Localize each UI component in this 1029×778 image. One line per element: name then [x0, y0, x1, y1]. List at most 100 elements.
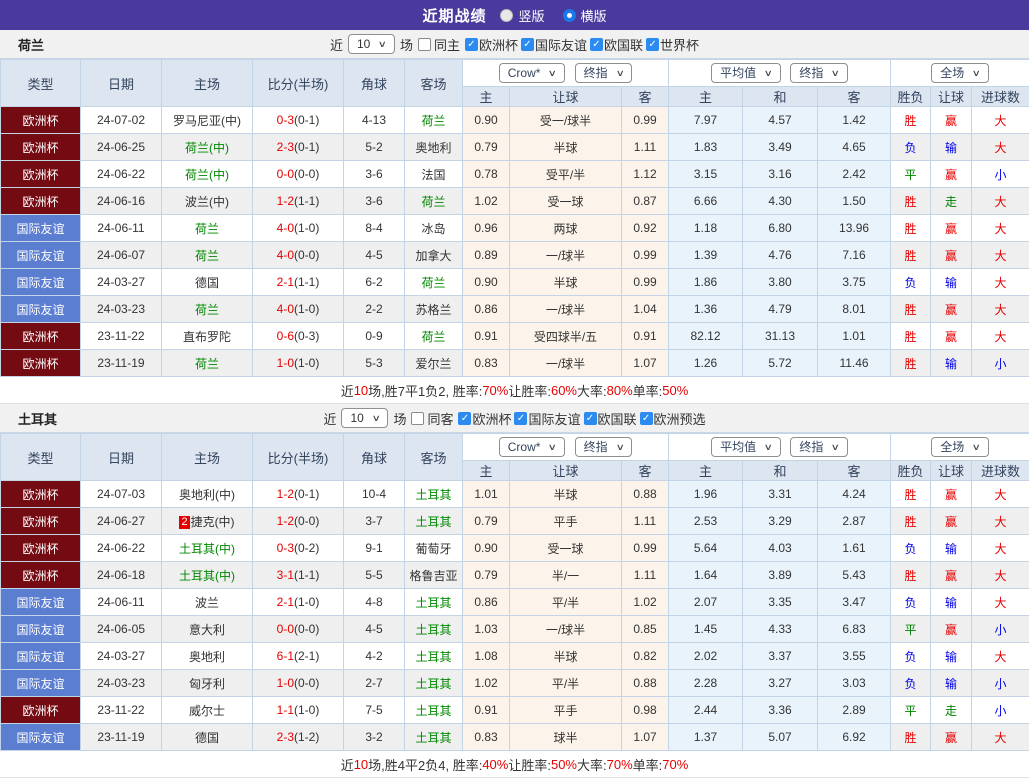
league-filter-checkbox[interactable]: ✓国际友谊 — [514, 409, 580, 428]
league-filter-checkbox[interactable]: ✓欧洲杯 — [458, 409, 511, 428]
match-count-select[interactable]: 10∨ — [341, 408, 388, 428]
score-cell: 4-0(1-0) — [253, 296, 344, 323]
avg-draw-cell: 4.33 — [743, 616, 818, 643]
avg-home-cell: 5.64 — [669, 535, 743, 562]
league-filter-checkbox[interactable]: ✓欧国联 — [590, 35, 643, 54]
avg-draw-cell: 4.79 — [743, 296, 818, 323]
odds-handicap-cell: 球半 — [510, 724, 622, 751]
league-cell: 国际友谊 — [1, 269, 81, 296]
avg-home-cell: 7.97 — [669, 107, 743, 134]
away-team-cell: 加拿大 — [405, 242, 463, 269]
league-filter-group: ✓欧洲杯✓国际友谊✓欧国联✓世界杯 — [465, 35, 699, 54]
odds-away-cell: 1.11 — [622, 562, 669, 589]
score-cell: 2-1(1-0) — [253, 589, 344, 616]
chevron-down-icon: ∨ — [831, 65, 840, 81]
score-cell: 4-0(0-0) — [253, 242, 344, 269]
col-score: 比分(半场) — [253, 60, 344, 107]
average-time-select[interactable]: 终指∨ — [790, 63, 848, 83]
odds-handicap-cell: 半球 — [510, 134, 622, 161]
score-cell: 1-2(0-0) — [253, 508, 344, 535]
vertical-layout-radio[interactable]: 竖版 — [500, 6, 544, 25]
corner-cell: 7-5 — [344, 697, 405, 724]
avg-away-cell: 3.03 — [818, 670, 891, 697]
avg-home-cell: 2.28 — [669, 670, 743, 697]
odds-company-select[interactable]: Crow*∨ — [499, 437, 565, 457]
match-row: 欧洲杯23-11-22威尔士1-1(1-0)7-5土耳其0.91平手0.982.… — [1, 697, 1029, 724]
goals-cell: 大 — [972, 188, 1029, 215]
odds-away-cell: 0.99 — [622, 269, 669, 296]
odds-away-cell: 1.12 — [622, 161, 669, 188]
odds-away-cell: 0.92 — [622, 215, 669, 242]
avg-away-cell: 6.83 — [818, 616, 891, 643]
same-home-checkbox[interactable]: 同主 — [418, 35, 460, 54]
match-row: 国际友谊24-06-11波兰2-1(1-0)4-8土耳其0.86平/半1.022… — [1, 589, 1029, 616]
avg-away-cell: 6.92 — [818, 724, 891, 751]
average-time-select[interactable]: 终指∨ — [790, 437, 848, 457]
handicap-result-cell: 输 — [931, 269, 972, 296]
goals-cell: 大 — [972, 323, 1029, 350]
score-cell: 2-1(1-1) — [253, 269, 344, 296]
odds-handicap-cell: 两球 — [510, 215, 622, 242]
league-filter-checkbox[interactable]: ✓欧国联 — [584, 409, 637, 428]
odds-handicap-cell: 受四球半/五 — [510, 323, 622, 350]
turkey-results-table: 类型 日期 主场 比分(半场) 角球 客场 Crow*∨ 终指∨ 平均值∨ 终指… — [0, 433, 1029, 751]
odds-home-cell: 1.02 — [463, 670, 510, 697]
score-cell: 0-3(0-2) — [253, 535, 344, 562]
odds-home-cell: 1.01 — [463, 481, 510, 508]
result-cell: 平 — [891, 697, 931, 724]
goals-cell: 大 — [972, 215, 1029, 242]
away-team-cell: 葡萄牙 — [405, 535, 463, 562]
corner-cell: 5-2 — [344, 134, 405, 161]
date-cell: 24-06-22 — [81, 161, 162, 188]
odds-home-cell: 0.79 — [463, 508, 510, 535]
avg-away-cell: 11.46 — [818, 350, 891, 377]
col-avg-away: 客 — [818, 87, 891, 107]
col-goals: 进球数 — [972, 87, 1029, 107]
goals-cell: 大 — [972, 724, 1029, 751]
result-cell: 胜 — [891, 107, 931, 134]
team-name: 土耳其 — [18, 409, 57, 428]
corner-cell: 4-8 — [344, 589, 405, 616]
match-row: 国际友谊24-06-11荷兰4-0(1-0)8-4冰岛0.96两球0.921.1… — [1, 215, 1029, 242]
chevron-down-icon: ∨ — [764, 439, 773, 455]
average-select[interactable]: 平均值∨ — [711, 63, 781, 83]
league-cell: 欧洲杯 — [1, 562, 81, 589]
chevron-down-icon: ∨ — [548, 65, 557, 81]
avg-draw-cell: 3.89 — [743, 562, 818, 589]
corner-cell: 3-2 — [344, 724, 405, 751]
league-filter-checkbox[interactable]: ✓国际友谊 — [521, 35, 587, 54]
avg-draw-cell: 3.49 — [743, 134, 818, 161]
home-team-cell: 罗马尼亚(中) — [162, 107, 253, 134]
horizontal-layout-radio[interactable]: 横版 — [563, 6, 607, 25]
match-scope-select[interactable]: 全场∨ — [931, 63, 989, 83]
col-odds-handicap: 让球 — [510, 461, 622, 481]
odds-time-select[interactable]: 终指∨ — [575, 63, 633, 83]
result-cell: 胜 — [891, 724, 931, 751]
same-away-checkbox[interactable]: 同客 — [411, 409, 453, 428]
odds-home-cell: 0.90 — [463, 107, 510, 134]
match-scope-select[interactable]: 全场∨ — [931, 437, 989, 457]
match-row: 国际友谊24-06-07荷兰4-0(0-0)4-5加拿大0.89一/球半0.99… — [1, 242, 1029, 269]
average-select[interactable]: 平均值∨ — [711, 437, 781, 457]
checkbox-checked-icon: ✓ — [458, 412, 471, 425]
avg-away-cell: 2.89 — [818, 697, 891, 724]
odds-home-cell: 0.90 — [463, 269, 510, 296]
league-filter-checkbox[interactable]: ✓欧洲预选 — [640, 409, 706, 428]
avg-away-cell: 7.16 — [818, 242, 891, 269]
chevron-down-icon: ∨ — [615, 65, 624, 81]
odds-home-cell: 0.78 — [463, 161, 510, 188]
match-count-select[interactable]: 10∨ — [348, 34, 395, 54]
odds-time-select[interactable]: 终指∨ — [575, 437, 633, 457]
team-name: 荷兰 — [18, 35, 44, 54]
avg-away-cell: 2.42 — [818, 161, 891, 188]
recent-results-panel: 近期战绩 竖版 横版 荷兰 近 10∨ 场 同主 ✓欧洲杯✓国际友谊✓欧国联✓世… — [0, 0, 1029, 778]
odds-home-cell: 0.90 — [463, 535, 510, 562]
date-cell: 23-11-19 — [81, 724, 162, 751]
checkbox-checked-icon: ✓ — [584, 412, 597, 425]
league-filter-checkbox[interactable]: ✓欧洲杯 — [465, 35, 518, 54]
league-cell: 欧洲杯 — [1, 697, 81, 724]
corner-cell: 2-2 — [344, 296, 405, 323]
league-filter-checkbox[interactable]: ✓世界杯 — [646, 35, 699, 54]
col-avg-home: 主 — [669, 461, 743, 481]
odds-company-select[interactable]: Crow*∨ — [499, 63, 565, 83]
